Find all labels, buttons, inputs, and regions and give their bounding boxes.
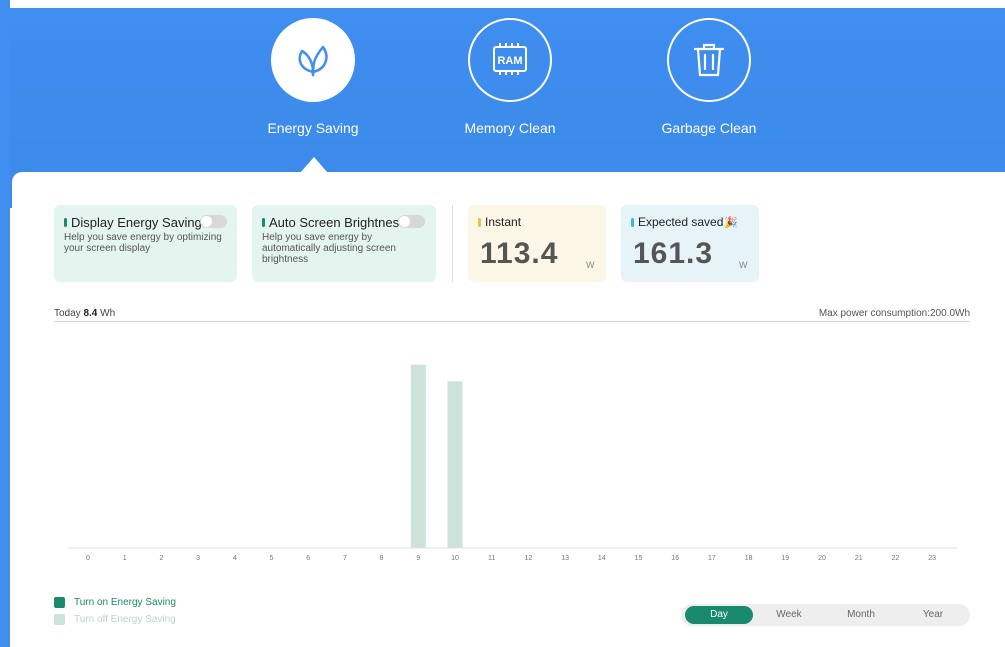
display-energy-saving-card: Display Energy Saving Help you save ener… [54,205,237,282]
active-tab-indicator [300,157,328,173]
expected-value: 161.3 [633,237,714,270]
expected-saved-card: Expected saved 🎉 161.3 W [621,205,759,282]
x-tick-label: 7 [343,555,347,562]
legend-energy-saving-off[interactable]: Turn off Energy Saving [54,614,176,625]
x-tick-label: 4 [233,555,237,562]
x-tick-label: 14 [598,555,606,562]
nav-label: Garbage Clean [661,120,757,136]
memory-clean-circle: RAM [468,18,552,102]
x-tick-label: 16 [671,555,679,562]
x-tick-label: 0 [86,555,90,562]
x-tick-label: 1 [123,555,127,562]
tab-memory-clean[interactable]: RAM Memory Clean [440,18,580,136]
divider [452,205,453,282]
x-tick-label: 10 [451,555,459,562]
feature-title: Display Energy Saving [71,215,202,230]
x-tick-label: 3 [196,555,200,562]
ram-label: RAM [497,55,522,67]
trash-icon [693,43,725,77]
instant-value: 113.4 [480,237,559,270]
x-tick-label: 6 [306,555,310,562]
instant-unit: W [586,260,595,270]
toggle-knob [399,216,410,227]
x-tick-label: 18 [745,555,753,562]
legend-label: Turn on Energy Saving [74,597,176,608]
x-tick-label: 11 [488,555,495,562]
feature-description: Help you save energy by automatically ad… [262,232,396,265]
legend-label: Turn off Energy Saving [74,614,176,625]
today-prefix: Today [54,308,81,319]
status-dot [64,218,67,227]
x-tick-label: 19 [781,555,789,562]
legend-energy-saving-on[interactable]: Turn on Energy Saving [54,597,176,608]
ram-chip-icon: RAM [493,43,527,75]
x-tick-label: 8 [380,555,384,562]
stat-title: Expected saved [638,215,724,229]
x-tick-label: 13 [561,555,569,562]
energy-saving-circle [271,18,355,102]
period-selector: Day Week Month Year [681,604,970,626]
feature-title: Auto Screen Brightness [269,215,406,230]
bar-hour-10 [447,381,463,548]
tab-energy-saving[interactable]: Energy Saving [243,18,383,136]
nav-label: Energy Saving [267,120,359,136]
tab-garbage-clean[interactable]: Garbage Clean [639,18,779,136]
today-unit: Wh [100,308,116,319]
x-tick-label: 5 [270,555,274,562]
status-dot [478,217,481,227]
x-tick-label: 9 [416,555,420,562]
stat-title: Instant [485,215,522,229]
feature-description: Help you save energy by optimizing your … [64,232,222,254]
auto-brightness-card: Auto Screen Brightness Help you save ene… [252,205,436,282]
x-tick-label: 20 [818,555,826,562]
period-year-button[interactable]: Year [897,606,969,624]
x-tick-label: 15 [635,555,643,562]
x-tick-label: 22 [892,555,900,562]
bar-hour-9 [410,364,426,548]
period-week-button[interactable]: Week [753,606,825,624]
period-day-button[interactable]: Day [685,606,753,624]
toggle-knob [201,216,212,227]
x-tick-label: 17 [708,555,716,562]
x-tick-label: 23 [928,555,936,562]
garbage-clean-circle [667,18,751,102]
period-month-button[interactable]: Month [825,606,897,624]
today-consumption: Today 8.4 Wh [54,308,115,319]
display-energy-saving-toggle[interactable] [200,215,227,228]
nav-label: Memory Clean [464,120,556,136]
status-dot [631,217,634,227]
expected-unit: W [739,260,748,270]
status-dot [262,218,265,227]
max-power-consumption: Max power consumption:200.0Wh [818,308,970,319]
x-tick-label: 12 [525,555,533,562]
party-icon: 🎉 [724,216,739,229]
power-chart: 0 1 2 3 4 5 6 7 8 9 10 11 12 13 14 15 16 17 18 19 20 21 22 23 [68,364,957,562]
x-tick-label: 2 [159,555,163,562]
legend-swatch [54,614,65,625]
summary-divider [54,321,970,322]
x-tick-label: 21 [855,555,863,562]
leaf-icon [298,45,328,77]
legend-swatch [54,597,65,608]
auto-brightness-toggle[interactable] [398,215,425,228]
instant-power-card: Instant 113.4 W [468,205,606,282]
today-value: 8.4 [83,308,98,319]
